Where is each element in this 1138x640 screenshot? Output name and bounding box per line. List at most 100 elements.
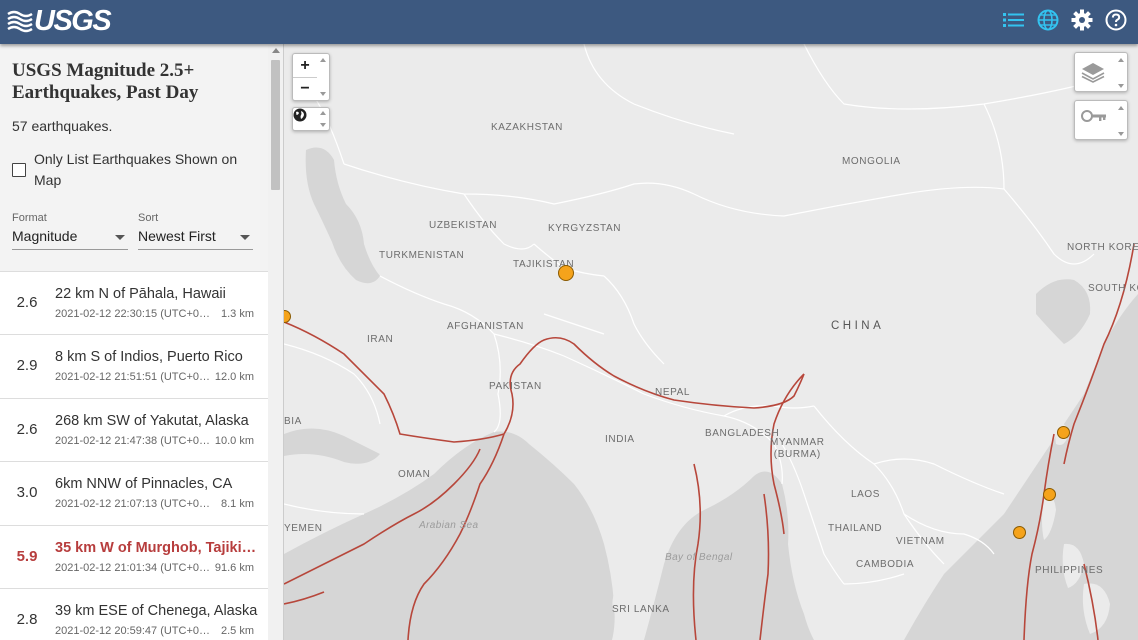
depth: 10.0 km	[214, 434, 254, 447]
place: 6km NNW of Pinnacles, CA	[55, 476, 233, 493]
map-label-philippines: PHILIPPINES	[1035, 565, 1104, 576]
gear-icon[interactable]	[1070, 8, 1094, 32]
globe-scroll-icon	[319, 109, 327, 129]
map-label-oman: OMAN	[398, 469, 431, 480]
earthquake-marker[interactable]	[1043, 488, 1056, 501]
time: 2021-02-12 20:59:47 (UTC+04:00)	[55, 624, 211, 637]
map-label-sri-lanka: SRI LANKA	[612, 604, 670, 615]
magnitude: 5.9	[16, 547, 38, 565]
depth: 8.1 km	[220, 498, 254, 511]
magnitude: 2.8	[16, 610, 38, 628]
magnitude: 2.6	[16, 294, 38, 311]
place: 39 km ESE of Chenega, Alaska	[55, 602, 258, 619]
map-label-kazakhstan: KAZAKHSTAN	[491, 122, 563, 133]
place: 22 km N of Pāhala, Hawaii	[55, 286, 226, 302]
earthquake-list-item-significant[interactable]: 5.9 35 km W of Murghob, Tajikistan 2021-…	[0, 525, 268, 589]
basemap	[284, 44, 1138, 640]
chevron-down-icon	[115, 235, 125, 240]
depth: 91.6 km	[214, 561, 254, 574]
earthquake-list-item[interactable]: 2.9 8 km S of Indios, Puerto Rico 2021-0…	[0, 335, 268, 399]
zoom-out-button[interactable]: −	[293, 77, 317, 100]
only-list-shown-label: Only List Earthquakes Shown on Map	[34, 151, 238, 188]
earthquake-marker[interactable]	[558, 265, 574, 281]
earthquake-list-panel: USGS Magnitude 2.5+ Earthquakes, Past Da…	[0, 44, 284, 640]
map-label-thailand: THAILAND	[828, 523, 883, 534]
earthquake-marker[interactable]	[1013, 526, 1026, 539]
map-label-afghanistan: AFGHANISTAN	[447, 321, 524, 332]
map-label-vietnam: VIETNAM	[896, 536, 945, 547]
time: 2021-02-12 21:01:34 (UTC+04:00)	[55, 561, 211, 574]
earthquake-count: 57 earthquakes.	[12, 118, 113, 134]
reset-view-button[interactable]	[292, 107, 330, 131]
chevron-down-icon	[240, 235, 250, 240]
time: 2021-02-12 22:30:15 (UTC+04:00)	[55, 308, 211, 320]
map-label-yemen: YEMEN	[284, 523, 323, 534]
map-label-mongolia: MONGOLIA	[842, 156, 901, 167]
basemap-layers-button[interactable]	[1074, 52, 1128, 92]
zoom-control: + −	[292, 53, 330, 101]
map-label-nepal: NEPAL	[655, 387, 691, 398]
list-icon[interactable]	[1002, 8, 1026, 32]
map-label-arabian-sea: Arabian Sea	[419, 520, 479, 531]
sort-value: Newest First	[138, 228, 216, 244]
map-label-cambodia: CAMBODIA	[856, 559, 915, 570]
app-header: USGS	[0, 0, 1138, 44]
zoom-in-button[interactable]: +	[293, 54, 317, 77]
map-view[interactable]: KAZAKHSTAN MONGOLIA UZBEKISTAN KYRGYZSTA…	[284, 44, 1138, 640]
sort-label: Sort	[138, 212, 159, 224]
only-list-shown-checkbox[interactable]	[12, 163, 26, 177]
map-label-bay-of-bengal: Bay of Bengal	[665, 552, 733, 563]
legend-scroll-icon	[1117, 104, 1125, 138]
scrollbar-thumb[interactable]	[271, 60, 280, 190]
earthquake-list-item[interactable]: 3.0 6km NNW of Pinnacles, CA 2021-02-12 …	[0, 462, 268, 526]
zoom-scroll-icon	[319, 56, 327, 98]
sort-select-group: Sort Newest First	[138, 212, 253, 250]
list-header: USGS Magnitude 2.5+ Earthquakes, Past Da…	[0, 44, 268, 272]
earthquake-list: 2.6 22 km N of Pāhala, Hawaii 2021-02-12…	[0, 272, 268, 640]
layers-scroll-icon	[1117, 56, 1125, 90]
time: 2021-02-12 21:51:51 (UTC+04:00)	[55, 371, 211, 384]
map-label-china: CHINA	[831, 320, 885, 332]
format-select[interactable]: Magnitude	[12, 228, 128, 250]
scroll-up-arrow-icon[interactable]	[272, 48, 280, 53]
earthquake-list-item[interactable]: 2.6 268 km SW of Yakutat, Alaska 2021-02…	[0, 398, 268, 463]
place: 268 km SW of Yakutat, Alaska	[55, 412, 249, 429]
globe-icon	[293, 108, 307, 122]
earthquake-list-item[interactable]: 2.8 39 km ESE of Chenega, Alaska 2021-02…	[0, 588, 268, 640]
earthquake-marker[interactable]	[1057, 426, 1070, 439]
usgs-wave-icon	[7, 8, 33, 34]
place: 35 km W of Murghob, Tajikistan	[55, 539, 259, 556]
layers-icon	[1081, 61, 1109, 85]
map-legend-button[interactable]	[1074, 100, 1128, 140]
magnitude: 2.6	[16, 420, 38, 438]
header-toolbar	[1002, 8, 1128, 32]
key-icon	[1081, 109, 1109, 133]
format-select-group: Format Magnitude	[12, 212, 128, 250]
sort-select[interactable]: Newest First	[138, 228, 253, 250]
map-label-laos: LAOS	[851, 489, 881, 500]
list-title: USGS Magnitude 2.5+ Earthquakes, Past Da…	[12, 60, 199, 103]
magnitude: 3.0	[16, 484, 38, 502]
map-label-iran: IRAN	[367, 334, 394, 345]
magnitude: 2.9	[16, 357, 38, 375]
usgs-logo[interactable]: USGS	[7, 6, 112, 36]
depth: 2.5 km	[220, 624, 254, 637]
time: 2021-02-12 21:47:38 (UTC+04:00)	[55, 434, 211, 447]
time: 2021-02-12 21:07:13 (UTC+04:00)	[55, 498, 211, 511]
only-list-shown-checkbox-row[interactable]: Only List Earthquakes Shown on Map	[12, 149, 252, 191]
place: 8 km S of Indios, Puerto Rico	[55, 349, 243, 366]
map-label-turkmenistan: TURKMENISTAN	[379, 250, 465, 261]
list-scrollbar[interactable]	[268, 44, 283, 640]
map-label-north-korea: NORTH KOREA	[1067, 242, 1138, 253]
depth: 1.3 km	[220, 308, 254, 320]
map-label-pakistan: PAKISTAN	[489, 381, 542, 392]
depth: 12.0 km	[214, 371, 254, 384]
format-label: Format	[12, 212, 47, 224]
map-label-arabia: BIA	[284, 416, 302, 427]
map-label-india: INDIA	[605, 434, 635, 445]
earthquake-list-item[interactable]: 2.6 22 km N of Pāhala, Hawaii 2021-02-12…	[0, 272, 268, 336]
map-label-myanmar: MYANMAR (BURMA)	[770, 437, 825, 460]
map-label-uzbekistan: UZBEKISTAN	[429, 220, 498, 231]
help-icon[interactable]	[1104, 8, 1128, 32]
globe-icon[interactable]	[1036, 8, 1060, 32]
